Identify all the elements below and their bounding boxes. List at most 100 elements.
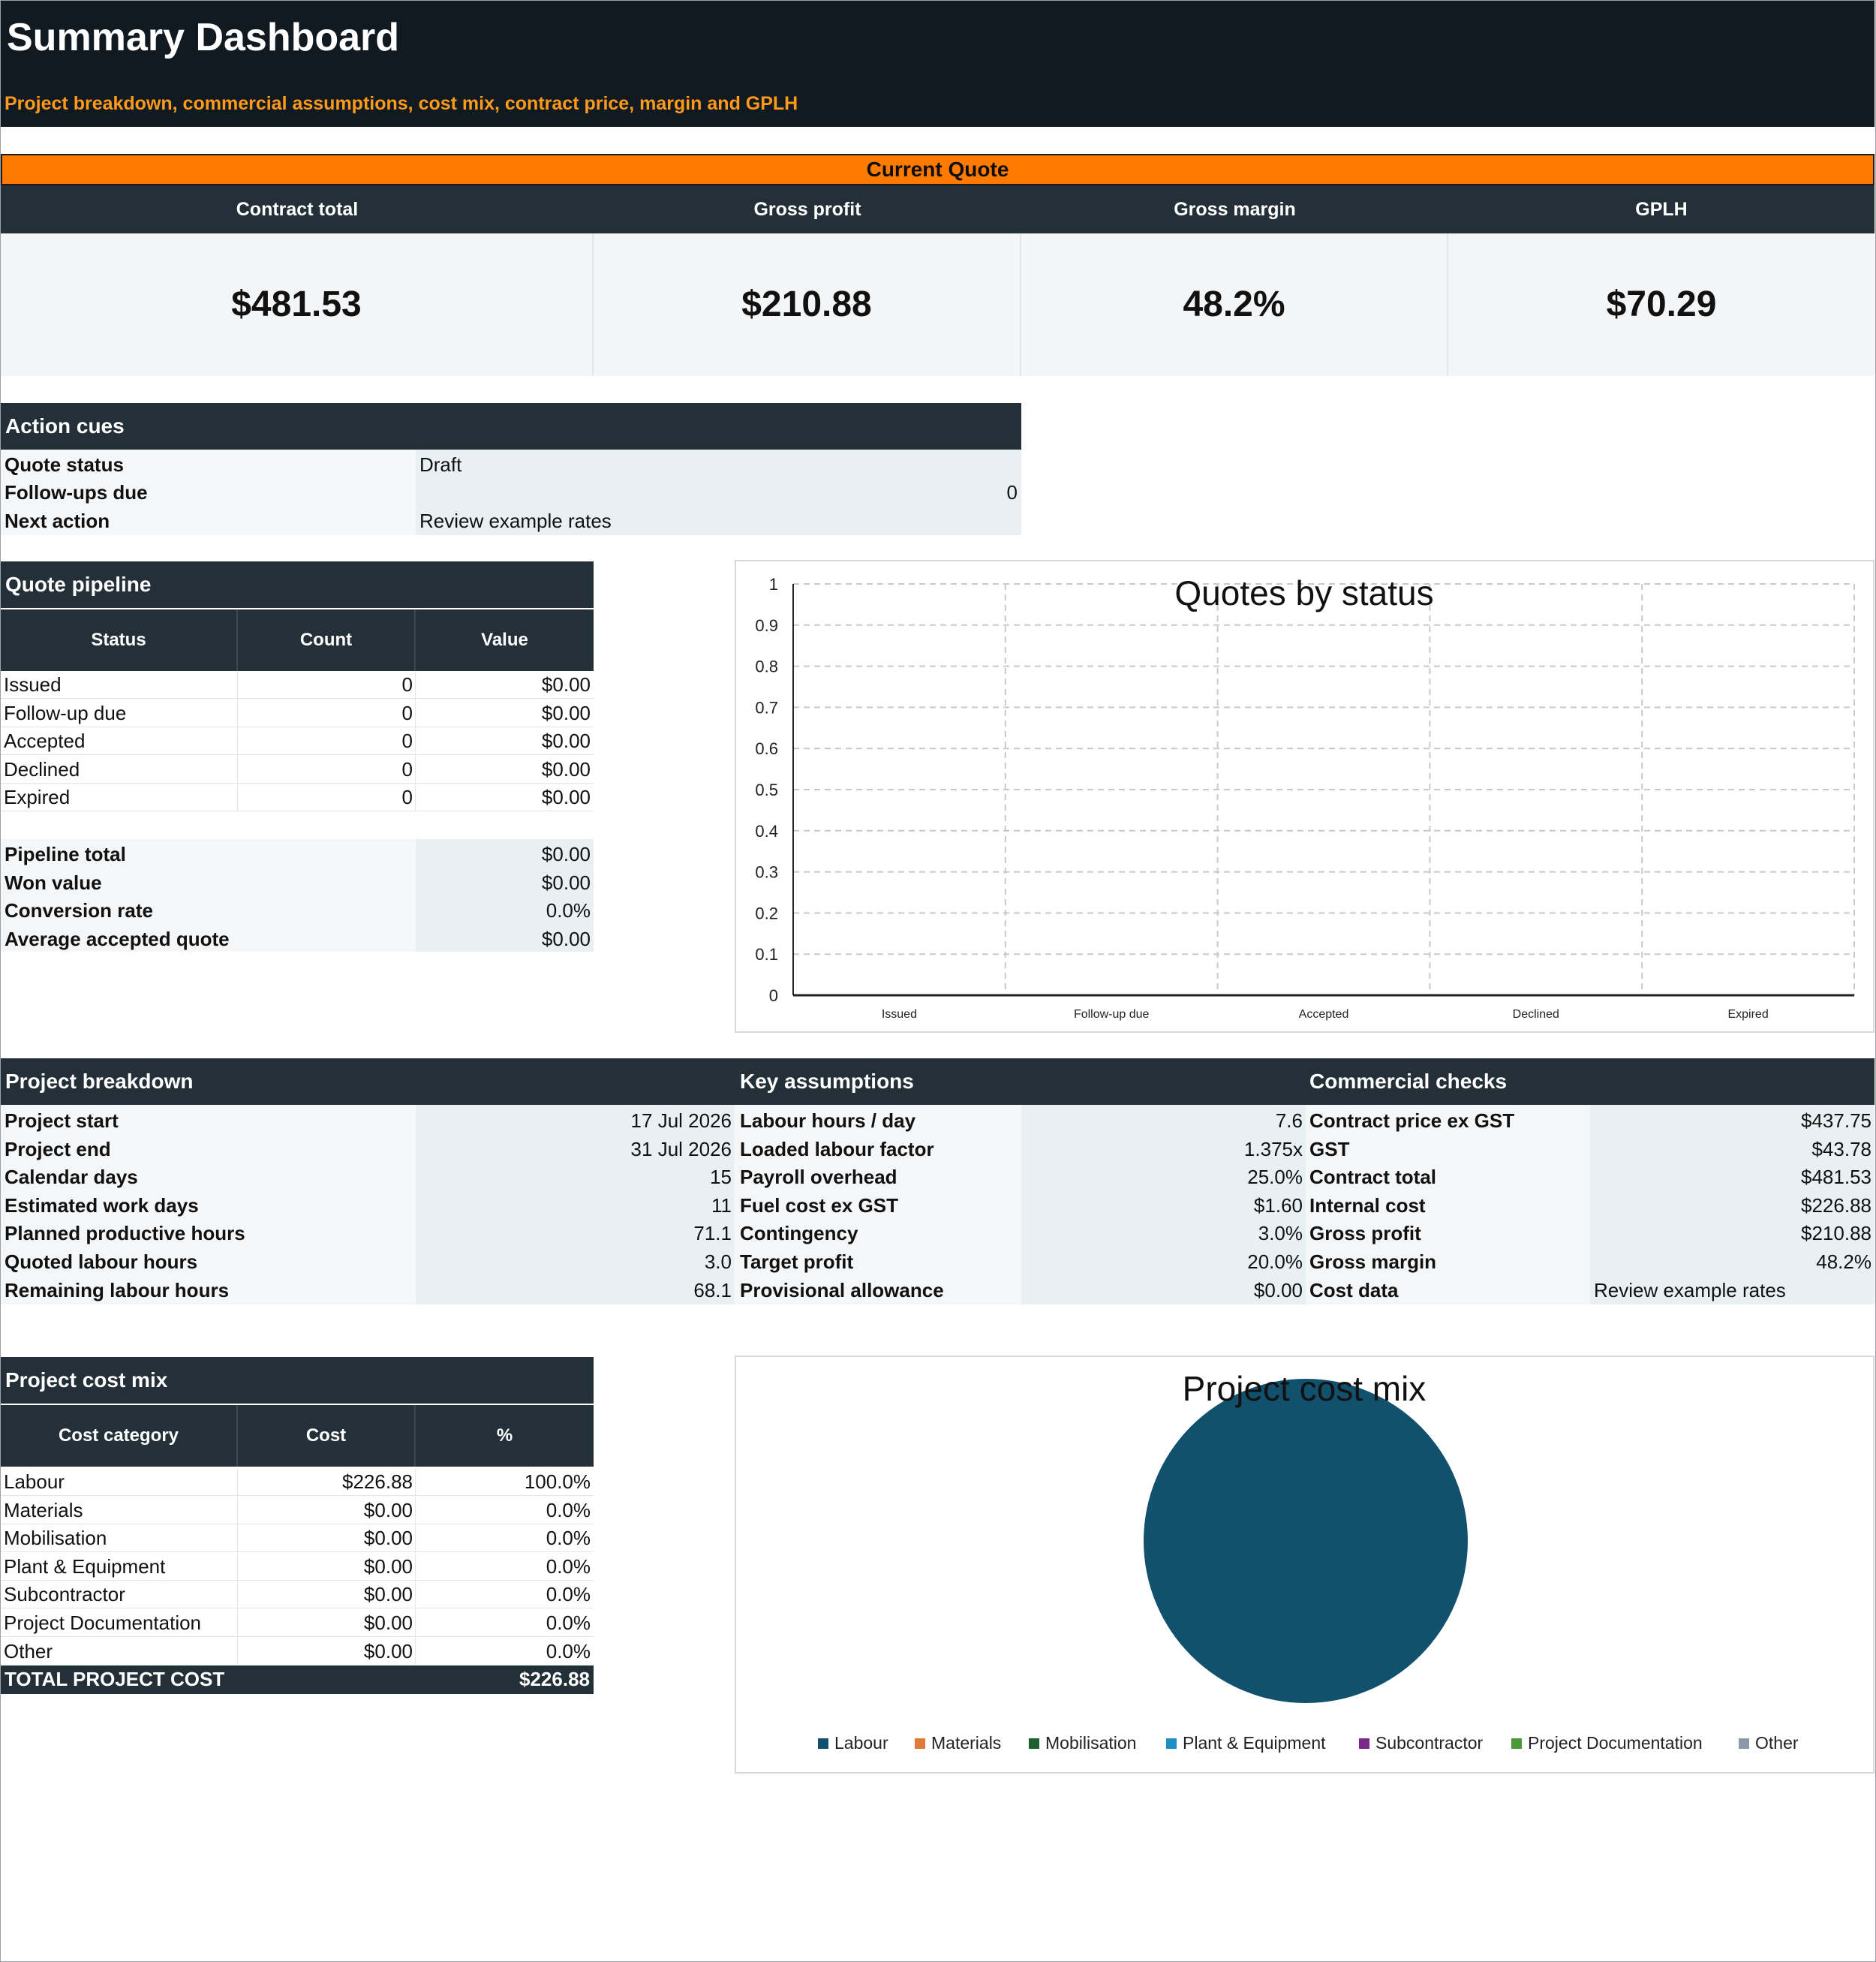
legend-label: Other xyxy=(1755,1733,1799,1753)
follow-ups-due-value[interactable]: 0 xyxy=(870,479,1021,507)
y-tick-label: 0.1 xyxy=(755,945,778,964)
cost-percent-cell: 0.0% xyxy=(546,1583,591,1606)
commercial-value: 48.2% xyxy=(1816,1250,1871,1273)
breakdown-value: 17 Jul 2026 xyxy=(630,1109,732,1132)
cost-value-cell: $0.00 xyxy=(363,1527,413,1550)
y-tick-label: 0 xyxy=(769,986,778,1005)
kpi-value-gplh: $70.29 xyxy=(1448,233,1874,376)
pipeline-value-cell: $0.00 xyxy=(541,786,591,809)
cost-value-cell: $0.00 xyxy=(363,1583,413,1606)
kpi-value-gross-profit: $210.88 xyxy=(594,233,1021,376)
cost-category-cell: Other xyxy=(4,1639,53,1663)
x-tick-label: Follow-up due xyxy=(1074,1008,1150,1021)
pipeline-status-cell: Follow-up due xyxy=(4,701,127,724)
x-tick-label: Accepted xyxy=(1299,1008,1349,1021)
commercial-value: $481.53 xyxy=(1801,1166,1871,1189)
breakdown-value: 31 Jul 2026 xyxy=(630,1137,732,1160)
legend-label: Mobilisation xyxy=(1045,1733,1136,1753)
commercial-label: GST xyxy=(1309,1137,1350,1160)
kpi-label-gross-margin: Gross margin xyxy=(1021,185,1448,233)
chart-title: Quotes by status xyxy=(1174,573,1433,612)
y-tick-label: 0.5 xyxy=(755,781,778,799)
y-tick-label: 0.2 xyxy=(755,904,778,922)
quotes-by-status-svg: 0 0.1 0.2 0.3 0.4 0.5 0.6 0.7 0.8 0.9 1 Issued Follo… xyxy=(755,573,1855,1021)
column-header-count: Count xyxy=(238,609,416,671)
quote-status-value[interactable]: Draft xyxy=(419,451,461,479)
kpi-label-gross-profit: Gross profit xyxy=(594,185,1021,233)
cost-percent-cell: 0.0% xyxy=(546,1611,591,1634)
pipeline-count-cell: 0 xyxy=(401,730,413,753)
legend-swatch xyxy=(1166,1738,1177,1749)
legend-swatch xyxy=(1739,1738,1749,1749)
kpi-value-contract-total: $481.53 xyxy=(1,233,594,376)
commercial-checks-title: Commercial checks xyxy=(1309,1070,1508,1093)
legend-label: Plant & Equipment xyxy=(1183,1733,1326,1753)
breakdown-label: Quoted labour hours xyxy=(5,1250,198,1273)
assumption-value: 25.0% xyxy=(1247,1166,1303,1189)
breakdown-label: Project end xyxy=(5,1137,111,1160)
total-project-cost-row: TOTAL PROJECT COST $226.88 xyxy=(1,1666,594,1694)
cost-category-cell: Subcontractor xyxy=(4,1583,125,1606)
breakdown-value: 11 xyxy=(711,1193,732,1217)
pipeline-summary-value: $0.00 xyxy=(541,927,591,950)
pipeline-status-cell: Declined xyxy=(4,757,80,781)
breakdown-label: Estimated work days xyxy=(5,1193,199,1217)
kpi-label-gplh: GPLH xyxy=(1448,185,1874,233)
breakdown-value: 71.1 xyxy=(693,1222,732,1245)
action-cue-label: Follow-ups due xyxy=(5,481,148,504)
cost-category-cell: Materials xyxy=(4,1498,83,1521)
quote-pipeline-header: Quote pipeline xyxy=(1,561,594,608)
cost-percent-cell: 0.0% xyxy=(546,1527,591,1550)
pie-slice-labour xyxy=(1144,1379,1468,1703)
y-tick-label: 0.3 xyxy=(755,863,778,882)
project-cost-mix-header: Project cost mix xyxy=(1,1357,594,1404)
column-header-cost: Cost xyxy=(238,1405,416,1467)
legend-swatch xyxy=(915,1738,925,1749)
project-cost-mix-chart[interactable]: Project cost mix Labour Materials Mobilisat… xyxy=(735,1356,1874,1774)
pipeline-summary-value: $0.00 xyxy=(541,871,591,894)
breakdown-label: Calendar days xyxy=(5,1166,138,1189)
breakdown-label: Planned productive hours xyxy=(5,1222,245,1245)
pipeline-count-cell: 0 xyxy=(401,701,413,724)
page-title: Summary Dashboard xyxy=(7,16,400,59)
breakdown-value: 15 xyxy=(710,1166,732,1189)
column-header-percent: % xyxy=(416,1405,594,1467)
action-cues-header: Action cues xyxy=(1,403,1021,450)
cost-category-cell: Labour xyxy=(4,1470,65,1493)
cost-value-cell: $0.00 xyxy=(363,1611,413,1634)
assumption-label: Contingency xyxy=(740,1222,858,1245)
total-project-cost-value: $226.88 xyxy=(519,1668,590,1690)
pipeline-summary-label: Won value xyxy=(5,871,102,894)
commercial-value: $210.88 xyxy=(1801,1222,1871,1245)
next-action-value[interactable]: Review example rates xyxy=(419,507,612,535)
pipeline-summary-value: $0.00 xyxy=(541,843,591,865)
commercial-value: Review example rates xyxy=(1594,1278,1786,1301)
column-header-status: Status xyxy=(1,609,238,671)
page-subtitle: Project breakdown, commercial assumption… xyxy=(5,93,798,114)
x-tick-label: Issued xyxy=(882,1008,917,1021)
breakdown-label: Project start xyxy=(5,1109,119,1132)
assumption-value: 20.0% xyxy=(1247,1250,1303,1273)
y-tick-label: 0.9 xyxy=(755,616,778,635)
assumption-value: $1.60 xyxy=(1253,1193,1303,1217)
quotes-by-status-chart[interactable]: 0 0.1 0.2 0.3 0.4 0.5 0.6 0.7 0.8 0.9 1 Issued Follo… xyxy=(735,560,1874,1033)
kpi-value-gross-margin: 48.2% xyxy=(1021,233,1448,376)
assumption-label: Provisional allowance xyxy=(740,1278,944,1301)
assumption-label: Fuel cost ex GST xyxy=(740,1193,898,1217)
legend-swatch xyxy=(818,1738,828,1749)
pipeline-count-cell: 0 xyxy=(401,673,413,696)
column-header-cost-category: Cost category xyxy=(1,1405,238,1467)
total-project-cost-label: TOTAL PROJECT COST xyxy=(5,1668,225,1690)
y-tick-label: 1 xyxy=(769,575,778,594)
commercial-label: Gross profit xyxy=(1309,1222,1421,1245)
legend-swatch xyxy=(1359,1738,1369,1749)
assumption-label: Labour hours / day xyxy=(740,1109,916,1132)
y-tick-label: 0.7 xyxy=(755,698,778,717)
commercial-value: $437.75 xyxy=(1801,1109,1871,1132)
assumption-value: 7.6 xyxy=(1275,1109,1303,1132)
assumption-value: $0.00 xyxy=(1253,1278,1303,1301)
action-cue-label: Quote status xyxy=(5,453,124,476)
commercial-label: Cost data xyxy=(1309,1278,1399,1301)
cost-percent-cell: 0.0% xyxy=(546,1554,591,1578)
commercial-label: Contract price ex GST xyxy=(1309,1109,1515,1132)
